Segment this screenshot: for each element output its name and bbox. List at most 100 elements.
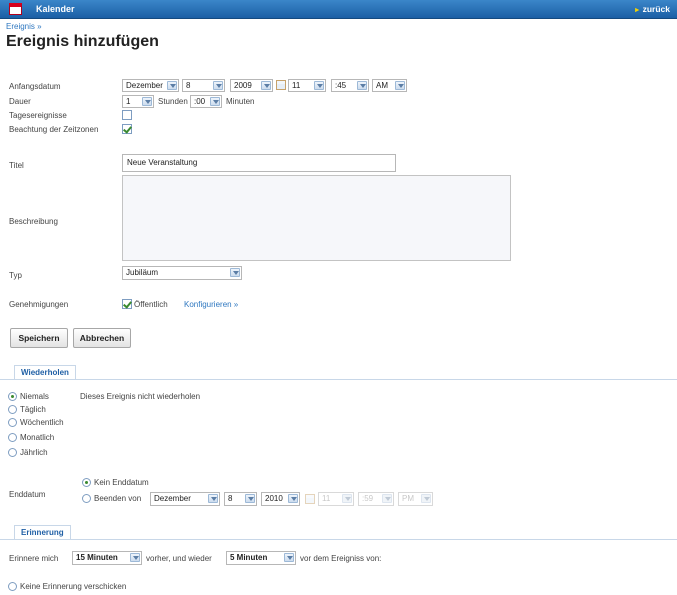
chevron-down-icon	[230, 268, 240, 277]
chevron-down-icon	[261, 81, 271, 90]
repeat-description: Dieses Ereignis nicht wiederholen	[80, 392, 201, 401]
page-title: Ereignis hinzufügen	[6, 33, 159, 50]
reminder-middle: vorher, und wieder	[146, 554, 212, 563]
end-month-select[interactable]: Dezember	[150, 492, 220, 506]
reminder-first-value: 15 Minuten	[76, 553, 118, 562]
reminder-second-value: 5 Minuten	[230, 553, 268, 562]
start-hour-select[interactable]: 11	[288, 79, 326, 92]
duration-hours-select[interactable]: 1	[122, 95, 154, 108]
end-ampm-value: PM	[402, 494, 414, 503]
duration-minutes-select[interactable]: :00	[190, 95, 222, 108]
end-minute-select: :59	[358, 492, 394, 506]
no-end-label: Kein Enddatum	[94, 478, 149, 487]
type-label: Typ	[9, 271, 22, 280]
reminder-divider	[0, 539, 677, 540]
chevron-down-icon	[382, 494, 392, 503]
end-minute-value: :59	[362, 494, 374, 503]
start-hour-value: 11	[292, 81, 301, 90]
repeat-option-label: Täglich	[20, 405, 46, 414]
no-reminder-label: Keine Erinnerung verschicken	[20, 582, 127, 591]
end-hour-value: 11	[322, 494, 331, 503]
start-minute-select[interactable]: :45	[331, 79, 369, 92]
chevron-down-icon	[210, 97, 220, 106]
repeat-radio-never[interactable]	[8, 392, 17, 401]
timezone-checkbox[interactable]	[122, 124, 132, 134]
start-month-value: Dezember	[126, 81, 163, 90]
repeat-option-label: Niemals	[20, 392, 49, 401]
calendar-icon	[9, 3, 22, 15]
date-picker-icon	[305, 494, 315, 504]
repeat-radio-weekly[interactable]	[8, 418, 17, 427]
description-label: Beschreibung	[9, 217, 58, 226]
breadcrumb[interactable]: Ereignis »	[6, 22, 42, 31]
window-title: Kalender	[36, 4, 75, 14]
cancel-button[interactable]: Abbrechen	[73, 328, 131, 348]
public-label: Öffentlich	[134, 300, 168, 309]
no-end-radio[interactable]	[82, 478, 91, 487]
timezone-label: Beachtung der Zeitzonen	[9, 125, 99, 134]
chevron-down-icon	[130, 553, 140, 562]
chevron-down-icon	[395, 81, 405, 90]
chevron-down-icon	[167, 81, 177, 90]
type-value: Jubiläum	[126, 268, 159, 277]
end-on-radio[interactable]	[82, 494, 91, 503]
start-year-select[interactable]: 2009	[230, 79, 273, 92]
title-label: Titel	[9, 161, 24, 170]
start-day-select[interactable]: 8	[182, 79, 225, 92]
title-input[interactable]: Neue Veranstaltung	[122, 154, 396, 172]
tab-repeat[interactable]: Wiederholen	[14, 365, 76, 379]
repeat-option-label: Jährlich	[20, 448, 48, 457]
back-link[interactable]: ► zurück	[634, 4, 670, 14]
configure-link[interactable]: Konfigurieren »	[184, 300, 238, 309]
chevron-down-icon	[245, 494, 255, 503]
no-reminder-radio[interactable]	[8, 582, 17, 591]
start-ampm-select[interactable]: AM	[372, 79, 407, 92]
window-titlebar: Kalender ► zurück	[0, 0, 677, 19]
save-button[interactable]: Speichern	[10, 328, 68, 348]
reminder-first-select[interactable]: 15 Minuten	[72, 551, 142, 565]
repeat-option-label: Wöchentlich	[20, 418, 64, 427]
duration-hours-unit: Stunden	[158, 97, 188, 106]
duration-minutes-value: :00	[194, 97, 206, 106]
repeat-radio-yearly[interactable]	[8, 448, 17, 457]
chevron-down-icon	[142, 97, 152, 106]
arrow-right-icon: ►	[633, 7, 643, 14]
tab-reminder[interactable]: Erinnerung	[14, 525, 71, 539]
permissions-label: Genehmigungen	[9, 300, 69, 309]
chevron-down-icon	[314, 81, 324, 90]
end-year-select[interactable]: 2010	[261, 492, 300, 506]
chevron-down-icon	[288, 494, 298, 503]
start-minute-value: :45	[335, 81, 347, 90]
end-date-label: Enddatum	[9, 490, 46, 499]
repeat-radio-daily[interactable]	[8, 405, 17, 414]
chevron-down-icon	[357, 81, 367, 90]
start-year-value: 2009	[234, 81, 252, 90]
end-day-select[interactable]: 8	[224, 492, 257, 506]
chevron-down-icon	[284, 553, 294, 562]
start-month-select[interactable]: Dezember	[122, 79, 179, 92]
chevron-down-icon	[208, 494, 218, 503]
chevron-down-icon	[342, 494, 352, 503]
reminder-second-select[interactable]: 5 Minuten	[226, 551, 296, 565]
end-ampm-select: PM	[398, 492, 433, 506]
date-picker-icon[interactable]	[276, 80, 286, 90]
back-link-label: zurück	[642, 4, 670, 14]
public-checkbox[interactable]	[122, 299, 132, 309]
end-month-value: Dezember	[154, 494, 191, 503]
end-on-label: Beenden von	[94, 494, 142, 503]
repeat-radio-monthly[interactable]	[8, 433, 17, 442]
duration-hours-value: 1	[126, 97, 131, 106]
end-year-value: 2010	[265, 494, 283, 503]
duration-label: Dauer	[9, 97, 31, 106]
allday-label: Tagesereignisse	[9, 111, 67, 120]
start-date-label: Anfangsdatum	[9, 82, 61, 91]
description-textarea[interactable]	[122, 175, 511, 261]
type-select[interactable]: Jubiläum	[122, 266, 242, 280]
allday-checkbox[interactable]	[122, 110, 132, 120]
duration-minutes-unit: Minuten	[226, 97, 255, 106]
repeat-divider	[0, 379, 677, 380]
end-day-value: 8	[228, 494, 233, 503]
reminder-suffix: vor dem Ereigniss von:	[300, 554, 382, 563]
reminder-prefix: Erinnere mich	[9, 554, 59, 563]
end-hour-select: 11	[318, 492, 354, 506]
